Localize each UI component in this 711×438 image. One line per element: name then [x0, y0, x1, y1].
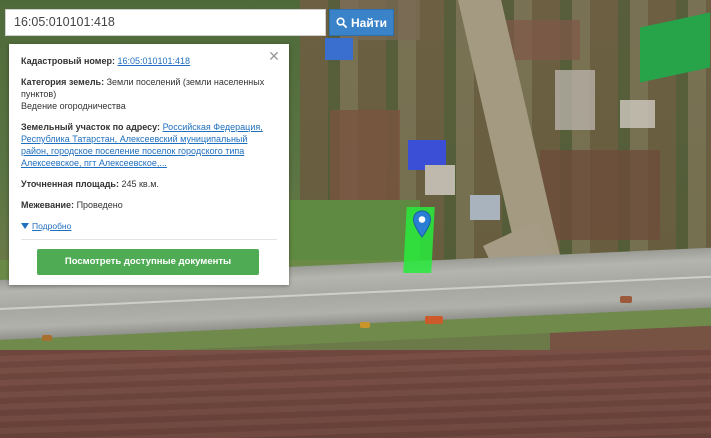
building-roof: [425, 165, 455, 195]
building-roof: [620, 100, 655, 128]
more-details-label: Подробно: [32, 221, 72, 231]
search-icon: [336, 17, 347, 28]
close-icon[interactable]: ✕: [267, 49, 281, 63]
area-row: Уточненная площадь: 245 кв.м.: [21, 178, 277, 190]
area-value: 245 кв.м.: [121, 179, 159, 189]
survey-row: Межевание: Проведено: [21, 199, 277, 211]
address-label: Земельный участок по адресу:: [21, 122, 161, 132]
survey-label: Межевание:: [21, 200, 75, 210]
chevron-down-icon: [21, 223, 29, 229]
grass-field: [290, 200, 420, 260]
vehicle: [42, 335, 52, 341]
category-use: Ведение огородничества: [21, 101, 126, 111]
building-roof: [470, 195, 500, 220]
vehicle: [360, 322, 370, 328]
map-pin-icon[interactable]: [412, 210, 432, 238]
parcel-info-popup: ✕ Кадастровый номер: 16:05:010101:418 Ка…: [9, 44, 289, 285]
area-label: Уточненная площадь:: [21, 179, 119, 189]
view-documents-button[interactable]: Посмотреть доступные документы: [37, 249, 259, 275]
vehicle: [425, 316, 443, 324]
category-label: Категория земель:: [21, 77, 105, 87]
search-input[interactable]: 16:05:010101:418: [5, 9, 326, 36]
more-details-link[interactable]: Подробно: [21, 220, 277, 232]
divider: [21, 239, 277, 240]
building-roof: [555, 70, 595, 130]
search-button-label: Найти: [351, 15, 387, 30]
category-row: Категория земель: Земли поселений (земли…: [21, 76, 277, 112]
cadastral-number-link[interactable]: 16:05:010101:418: [117, 56, 190, 66]
garden-plot: [540, 150, 660, 240]
building-roof: [325, 38, 353, 60]
ploughed-field: [0, 350, 711, 438]
survey-value: Проведено: [76, 200, 123, 210]
search-button[interactable]: Найти: [329, 9, 394, 36]
cadastral-label: Кадастровый номер:: [21, 56, 115, 66]
vehicle: [620, 296, 632, 303]
address-row: Земельный участок по адресу: Российская …: [21, 121, 277, 169]
cadastral-row: Кадастровый номер: 16:05:010101:418: [21, 55, 277, 67]
garden-plot: [330, 110, 400, 200]
